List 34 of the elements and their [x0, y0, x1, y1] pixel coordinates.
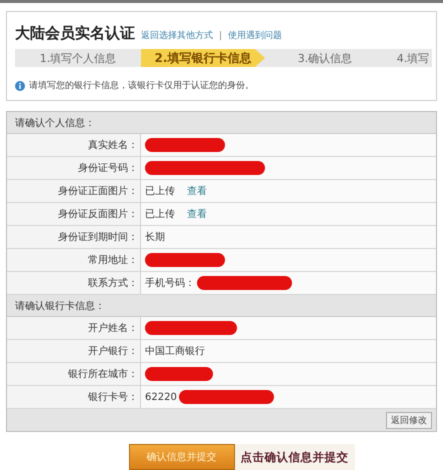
section-heading: 请确认银行卡信息： [7, 295, 436, 317]
info-icon [15, 80, 25, 90]
field-label: 银行卡号： [7, 386, 141, 408]
step-item: 2.填写银行卡信息 [141, 49, 265, 67]
field-label: 银行所在城市： [7, 363, 141, 385]
value-text: 长期 [145, 230, 165, 244]
field-label: 常用地址： [7, 249, 141, 271]
field-label: 身份证号码： [7, 157, 141, 179]
field-label: 身份证正面图片： [7, 180, 141, 202]
annotation-text: 点击确认信息并提交 [234, 444, 354, 470]
upload-status: 已上传 [145, 208, 175, 221]
field-label: 身份证到期时间： [7, 226, 141, 248]
field-label: 开户银行： [7, 340, 141, 362]
value-text: 手机号码： [145, 276, 195, 290]
step-item: 1.填写个人信息 [38, 50, 118, 66]
page-title: 大陆会员实名认证 [15, 24, 135, 43]
section-heading: 请确认个人信息： [7, 112, 436, 134]
upload-status: 已上传 [145, 184, 175, 198]
back-button[interactable]: 返回修改 [386, 412, 432, 428]
step-item: 4.填写 [396, 50, 430, 66]
field-label: 开户姓名： [7, 317, 141, 339]
notice-text: 请填写您的银行卡信息，该银行卡仅用于认证您的身份。 [29, 80, 254, 92]
redaction-mark [145, 367, 213, 381]
view-link[interactable]: 查看 [187, 184, 207, 198]
step-item: 3.确认信息 [296, 50, 354, 66]
value-text: 中国工商银行 [145, 344, 205, 358]
field-label: 联系方式： [7, 272, 141, 294]
field-label: 身份证反面图片： [7, 203, 141, 225]
field-label: 真实姓名： [7, 134, 141, 156]
link-separator: | [219, 31, 222, 41]
view-link[interactable]: 查看 [187, 207, 207, 221]
value-text: 62220 [145, 392, 177, 402]
header-link[interactable]: 返回选择其他方式 [141, 29, 213, 42]
header-link[interactable]: 使用遇到问题 [228, 29, 282, 42]
